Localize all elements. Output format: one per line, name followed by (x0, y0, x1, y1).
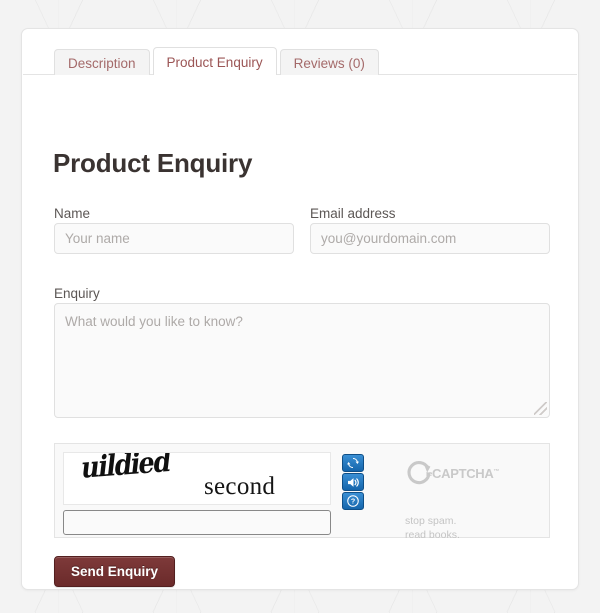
tab-reviews[interactable]: Reviews (0) (279, 49, 379, 76)
recaptcha-logo: reCAPTCHA™ (405, 460, 535, 486)
recaptcha-tagline: stop spam. read books. (405, 514, 535, 542)
captcha-answer-input[interactable] (63, 510, 331, 535)
enquiry-label: Enquiry (54, 286, 100, 301)
tab-strip: Description Product Enquiry Reviews (0) (54, 46, 382, 76)
recaptcha-wordmark: reCAPTCHA™ (426, 466, 499, 481)
refresh-icon[interactable] (342, 454, 364, 472)
name-label: Name (54, 206, 91, 221)
recaptcha-wordmark-tm: ™ (493, 468, 500, 475)
recaptcha-tagline-line-1: stop spam. (405, 515, 457, 527)
help-icon[interactable]: ? (342, 492, 364, 510)
email-label: Email address (310, 206, 396, 221)
tab-description[interactable]: Description (54, 49, 150, 76)
product-enquiry-panel: Product Enquiry Name Email address Enqui… (22, 75, 578, 589)
svg-text:?: ? (351, 498, 355, 506)
captcha-word-distorted: uildied (79, 452, 172, 485)
recaptcha-branding: reCAPTCHA™ stop spam. read books. (405, 460, 535, 542)
enquiry-textarea[interactable] (54, 303, 550, 418)
recaptcha-control-buttons: ? (342, 454, 364, 511)
audio-icon[interactable] (342, 473, 364, 491)
tab-product-enquiry[interactable]: Product Enquiry (152, 47, 277, 76)
recaptcha-tagline-line-2: read books. (405, 529, 460, 542)
captcha-word-plain: second (204, 473, 276, 500)
page-title: Product Enquiry (53, 148, 253, 179)
email-input[interactable] (310, 223, 550, 254)
recaptcha-wordmark-name: CAPTCHA (432, 465, 494, 481)
recaptcha-widget: uildied second ? reCAPTCHA™ stop spam. r… (54, 443, 550, 541)
captcha-challenge-image: uildied second (63, 452, 331, 505)
name-input[interactable] (54, 223, 294, 254)
product-tabs-card: Description Product Enquiry Reviews (0) … (21, 28, 579, 590)
send-enquiry-button[interactable]: Send Enquiry (54, 556, 176, 587)
